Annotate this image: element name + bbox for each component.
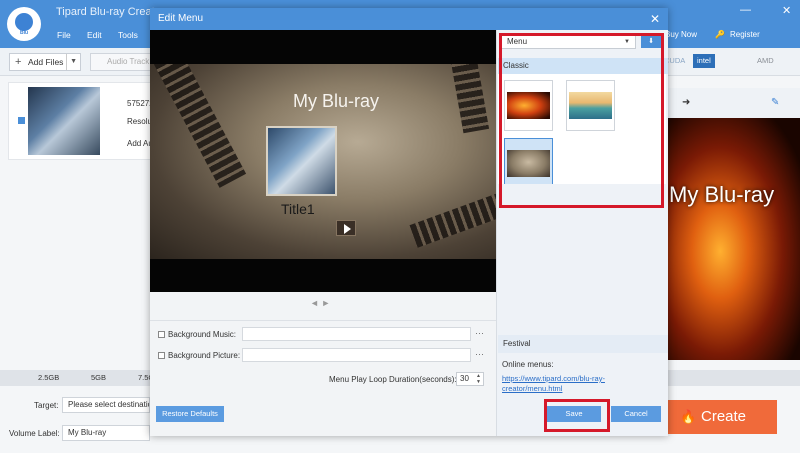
online-menus-label: Online menus: <box>502 360 554 369</box>
stepper-arrows-icon[interactable]: ▲ ▼ <box>476 373 481 385</box>
menu-chapter-thumbnail[interactable] <box>266 126 337 196</box>
save-button[interactable]: Save <box>547 406 601 422</box>
audio-track-button[interactable]: Audio Track <box>90 53 152 71</box>
capacity-tick: 2.5GB <box>38 373 60 382</box>
menu-type-select[interactable]: Menu ▼ <box>500 35 636 49</box>
file-thumbnail <box>28 87 100 155</box>
loop-duration-label: Menu Play Loop Duration(seconds): <box>329 375 457 384</box>
chevron-down-icon: ▼ <box>624 39 630 45</box>
target-field[interactable]: Please select destination <box>62 397 150 413</box>
minimize-button[interactable]: — <box>740 4 751 16</box>
page-arrows[interactable]: ◄ ► <box>310 298 330 308</box>
menu-chapter-title[interactable]: Title1 <box>281 201 315 217</box>
file-resolution: Resolu <box>127 117 152 126</box>
file-item[interactable]: 575272 Resolu Add Au <box>8 82 156 160</box>
menu-tools[interactable]: Tools <box>118 30 138 40</box>
arrow-right-icon[interactable]: ➜ <box>682 97 690 108</box>
bg-music-field[interactable] <box>242 327 471 341</box>
filmstrip <box>409 184 496 248</box>
bg-picture-field[interactable] <box>242 348 471 362</box>
category-classic[interactable]: Classic <box>498 58 668 74</box>
divider <box>150 320 496 321</box>
intel-badge: intel <box>693 54 715 68</box>
template-list-empty <box>498 184 668 334</box>
close-icon[interactable]: ✕ <box>650 8 660 30</box>
preview-screen <box>667 118 800 360</box>
bg-picture-checkbox[interactable] <box>158 352 165 359</box>
menu-file[interactable]: File <box>57 30 71 40</box>
bg-music-checkbox[interactable] <box>158 331 165 338</box>
add-files-button[interactable]: + Add Files ▼ <box>9 53 81 71</box>
plus-icon: + <box>15 56 22 68</box>
volume-label: Volume Label: <box>9 429 60 438</box>
capacity-tick: 5GB <box>91 373 107 382</box>
dialog-title: Edit Menu <box>158 13 204 24</box>
bg-music-label: Background Music: <box>168 330 237 339</box>
restore-defaults-button[interactable]: Restore Defaults <box>156 406 224 422</box>
template-thumbnail <box>507 150 550 177</box>
download-icon[interactable]: ⬇ <box>641 36 661 48</box>
template-item-selected[interactable] <box>504 138 553 189</box>
app-title: Tipard Blu-ray Creator <box>56 6 165 18</box>
template-thumbnail <box>569 92 612 119</box>
template-item[interactable] <box>504 80 553 131</box>
app-logo: Blu <box>7 7 41 41</box>
loop-duration-stepper[interactable]: 30 ▲ ▼ <box>456 372 484 386</box>
file-checkbox[interactable] <box>18 117 25 124</box>
flame-icon: 🔥 <box>680 409 697 424</box>
online-menus-link[interactable]: https://www.tipard.com/blu-ray-creator/m… <box>502 374 632 394</box>
browse-music-button[interactable]: ··· <box>475 328 484 338</box>
chevron-down-icon[interactable]: ▼ <box>66 54 77 70</box>
disc-icon <box>15 13 33 31</box>
preview-title: My Blu-ray <box>669 182 775 207</box>
bg-picture-label: Background Picture: <box>168 351 241 360</box>
create-button[interactable]: 🔥 Create <box>667 400 777 434</box>
cancel-button[interactable]: Cancel <box>611 406 661 422</box>
menu-title[interactable]: My Blu-ray <box>150 91 496 112</box>
template-item[interactable] <box>566 80 615 131</box>
edit-menu-dialog: Edit Menu ✕ My Blu-ray Title1 ◄ ► Backgr… <box>150 8 668 436</box>
buy-now-link[interactable]: Buy Now <box>665 30 697 39</box>
play-icon[interactable] <box>336 220 356 236</box>
volume-field[interactable]: My Blu-ray <box>62 425 150 441</box>
category-festival[interactable]: Festival <box>498 335 668 353</box>
close-app-button[interactable]: ✕ <box>782 4 791 17</box>
target-label: Target: <box>34 401 59 410</box>
edit-menu-icon[interactable]: ✎ <box>771 97 779 108</box>
browse-picture-button[interactable]: ··· <box>475 349 484 359</box>
key-icon: 🔑 <box>715 30 725 39</box>
dialog-title-bar: Edit Menu ✕ <box>150 8 668 30</box>
template-grid <box>498 74 666 189</box>
add-audio-link[interactable]: Add Au <box>127 139 153 148</box>
filmstrip <box>153 64 247 188</box>
template-thumbnail <box>507 92 550 119</box>
menu-edit[interactable]: Edit <box>87 30 102 40</box>
register-link[interactable]: Register <box>730 30 760 39</box>
amd-badge: AMD <box>757 56 774 65</box>
